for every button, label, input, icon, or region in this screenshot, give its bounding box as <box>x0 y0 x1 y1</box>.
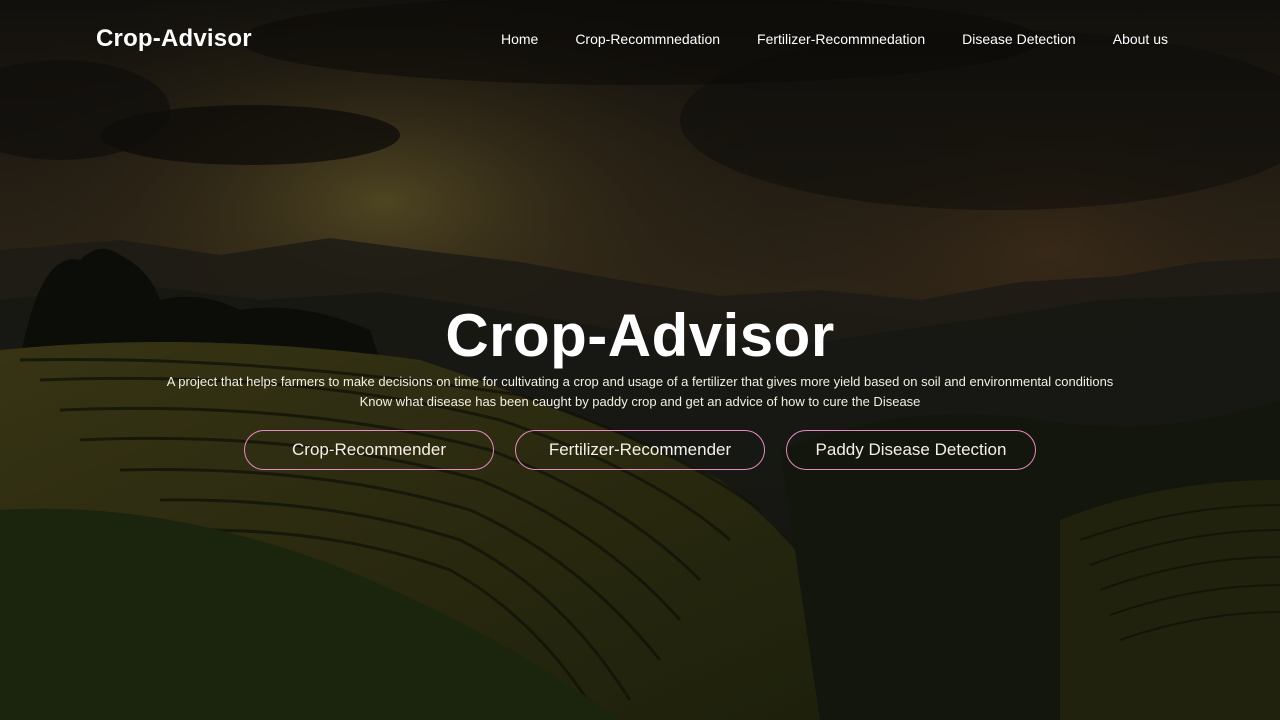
hero-section: Crop-Advisor A project that helps farmer… <box>0 300 1280 470</box>
brand-logo-link[interactable]: Crop-Advisor <box>96 25 252 53</box>
hero-button-row: Crop-Recommender Fertilizer-Recommender … <box>0 430 1280 470</box>
nav-link-fertilizer-recommendation[interactable]: Fertilizer-Recommnedation <box>757 31 925 47</box>
top-navbar: Crop-Advisor Home Crop-Recommnedation Fe… <box>0 0 1280 80</box>
crop-recommender-button[interactable]: Crop-Recommender <box>244 430 494 470</box>
nav-links: Home Crop-Recommnedation Fertilizer-Reco… <box>464 31 1168 47</box>
nav-link-crop-recommendation[interactable]: Crop-Recommnedation <box>575 31 720 47</box>
nav-link-disease-detection[interactable]: Disease Detection <box>962 31 1076 47</box>
hero-title: Crop-Advisor <box>445 302 835 369</box>
landing-page: Crop-Advisor Home Crop-Recommnedation Fe… <box>0 0 1280 720</box>
hero-description-line-1: A project that helps farmers to make dec… <box>166 374 1114 389</box>
paddy-disease-detection-button[interactable]: Paddy Disease Detection <box>786 430 1036 470</box>
fertilizer-recommender-button[interactable]: Fertilizer-Recommender <box>515 430 765 470</box>
nav-link-about-us[interactable]: About us <box>1113 31 1168 47</box>
nav-link-home[interactable]: Home <box>501 31 538 47</box>
hero-description-line-2: Know what disease has been caught by pad… <box>359 394 921 409</box>
